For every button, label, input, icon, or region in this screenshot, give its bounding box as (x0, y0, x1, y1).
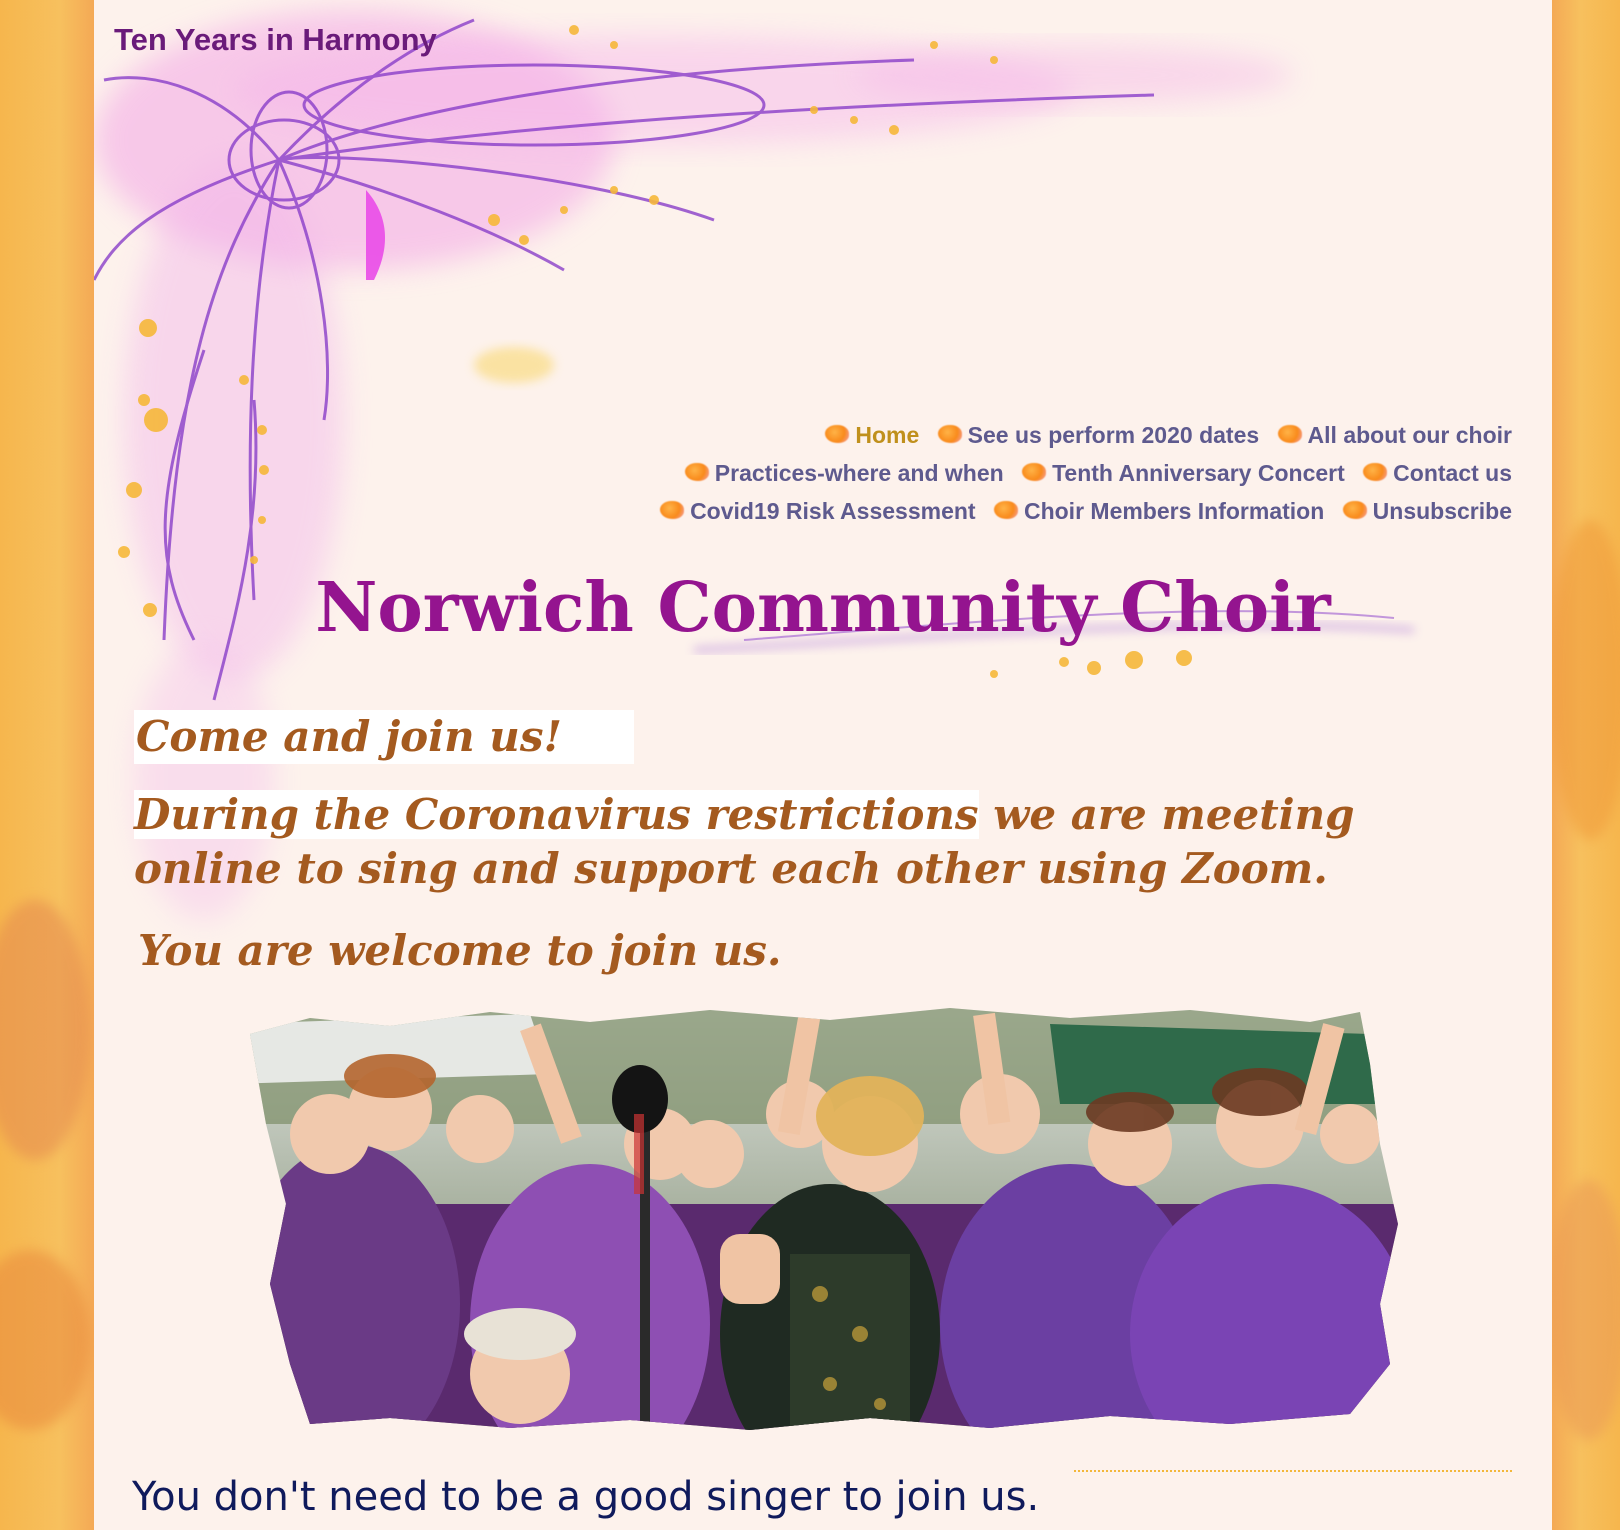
orange-blob-icon (1361, 461, 1389, 483)
orange-blob-icon (992, 499, 1020, 521)
background-streak (1550, 520, 1620, 840)
covid-notice-highlight: During the Coronavirus restrictions (134, 790, 979, 839)
nav-item-covid-risk[interactable]: Covid19 Risk Assessment (658, 492, 976, 530)
nav-label: All about our choir (1307, 422, 1512, 448)
background-streak (0, 1250, 90, 1430)
section-divider (1074, 1470, 1512, 1472)
nav-item-practices[interactable]: Practices-where and when (683, 454, 1004, 492)
main-navigation: Home See us perform 2020 dates All about… (552, 416, 1512, 530)
orange-blob-icon (1341, 499, 1369, 521)
nav-label: Covid19 Risk Assessment (690, 498, 976, 524)
background-streak (1548, 1180, 1620, 1440)
nav-item-about-choir[interactable]: All about our choir (1276, 416, 1512, 454)
nav-item-contact[interactable]: Contact us (1361, 454, 1512, 492)
site-tagline: Ten Years in Harmony (114, 22, 437, 57)
lead-paragraph: You don't need to be a good singer to jo… (132, 1474, 1040, 1520)
covid-notice: During the Coronavirus restrictions we a… (134, 788, 1434, 896)
intro-section: Come and join us! During the Coronavirus… (134, 710, 1434, 978)
orange-blob-icon (823, 423, 851, 445)
nav-label: Unsubscribe (1372, 498, 1512, 524)
come-join-heading: Come and join us! (134, 710, 634, 764)
nav-item-perform-dates[interactable]: See us perform 2020 dates (936, 416, 1259, 454)
orange-blob-icon (683, 461, 711, 483)
nav-item-anniversary-concert[interactable]: Tenth Anniversary Concert (1020, 454, 1345, 492)
nav-label: Home (855, 422, 920, 448)
page-title: Norwich Community Choir (315, 568, 1331, 648)
orange-blob-icon (1276, 423, 1304, 445)
nav-label: See us perform 2020 dates (967, 422, 1260, 448)
orange-blob-icon (1020, 461, 1048, 483)
nav-label: Practices-where and when (714, 460, 1004, 486)
nav-item-home[interactable]: Home (823, 416, 919, 454)
choir-photo (250, 1008, 1398, 1430)
page-body: Ten Years in Harmony Home See us perform… (94, 0, 1552, 1530)
nav-label: Contact us (1393, 460, 1512, 486)
background-streak (0, 900, 90, 1160)
nav-item-members-info[interactable]: Choir Members Information (992, 492, 1324, 530)
orange-blob-icon (936, 423, 964, 445)
welcome-text: You are welcome to join us. (138, 926, 782, 975)
orange-blob-icon (658, 499, 686, 521)
nav-label: Choir Members Information (1023, 498, 1325, 524)
nav-label: Tenth Anniversary Concert (1052, 460, 1345, 486)
nav-item-unsubscribe[interactable]: Unsubscribe (1341, 492, 1512, 530)
